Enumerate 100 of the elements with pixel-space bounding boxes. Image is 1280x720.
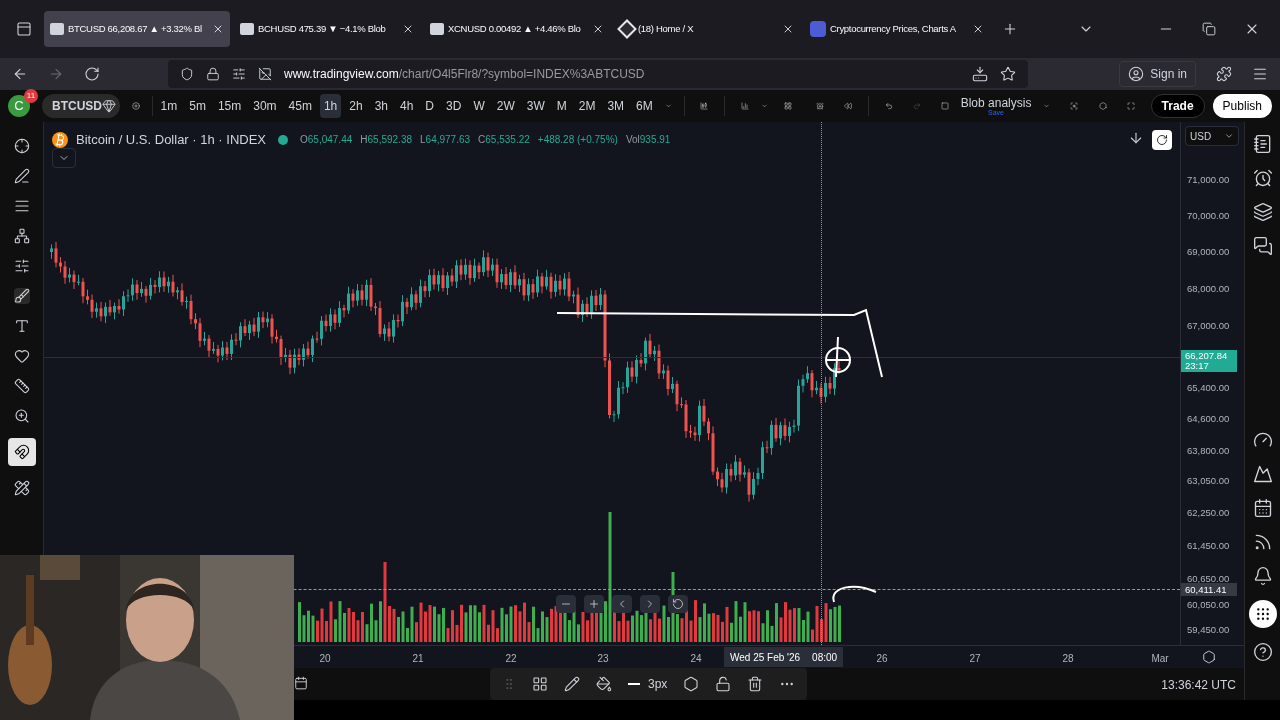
- interval-button[interactable]: 30m: [249, 94, 281, 118]
- pencil-icon[interactable]: [564, 676, 580, 692]
- address-bar[interactable]: www.tradingview.com/chart/O4l5Flr8/?symbol=INDEX%3ABTCUSD: [168, 60, 1028, 88]
- calendar-icon[interactable]: [294, 676, 308, 690]
- magnet-button[interactable]: [7, 438, 36, 466]
- fill-icon[interactable]: [596, 676, 612, 692]
- notification-badge: 11: [24, 89, 38, 103]
- currency-select[interactable]: USD: [1185, 126, 1239, 146]
- download-icon[interactable]: [972, 66, 988, 82]
- shield-icon[interactable]: [180, 67, 194, 81]
- zoom-in-button[interactable]: [584, 595, 604, 613]
- close-icon[interactable]: [972, 23, 984, 35]
- permissions-icon[interactable]: [232, 67, 246, 81]
- browser-tab[interactable]: XCNUSD 0.00492 ▲ +4.46% Blo: [424, 11, 610, 47]
- crosshair-icon[interactable]: [13, 138, 30, 154]
- brush-icon[interactable]: [13, 288, 30, 304]
- interval-button[interactable]: W: [469, 94, 489, 118]
- unlock-icon[interactable]: [715, 676, 732, 692]
- change-value: +488.28 (+0.75%): [537, 133, 618, 148]
- image-blocked-icon[interactable]: [258, 67, 272, 81]
- close-icon[interactable]: [402, 23, 414, 35]
- symbol-title[interactable]: Bitcoin / U.S. Dollar · 1h · INDEX: [76, 130, 266, 150]
- price-label: 71,000.00: [1187, 175, 1230, 185]
- plus-icon[interactable]: [1002, 21, 1018, 37]
- zoom-out-button[interactable]: [556, 595, 576, 613]
- price-label: 67,000.00: [1187, 321, 1230, 331]
- calendar-icon[interactable]: [1252, 498, 1273, 518]
- heart-icon[interactable]: [13, 348, 30, 364]
- browser-tab[interactable]: BTCUSD 66,208.67 ▲ +3.32% Bl: [44, 11, 230, 47]
- publish-button[interactable]: Publish: [1212, 94, 1272, 118]
- price-label: 60,650.00: [1187, 574, 1230, 584]
- apps-button[interactable]: [1248, 600, 1277, 628]
- templates-icon[interactable]: [532, 676, 548, 692]
- prediction-icon[interactable]: [13, 258, 30, 274]
- trade-button[interactable]: Trade: [1150, 94, 1205, 118]
- tab-title: BCHUSD 475.39 ▼ −4.1% Blob: [258, 21, 387, 36]
- symbol-search[interactable]: BTCUSD: [42, 94, 120, 118]
- time-label: 26: [876, 652, 888, 666]
- collapse-legend-button[interactable]: [52, 148, 76, 168]
- axis-settings-icon[interactable]: [1202, 650, 1216, 664]
- layout-name[interactable]: Blob analysis: [960, 96, 1032, 109]
- close-icon[interactable]: [782, 23, 794, 35]
- interval-button[interactable]: 5m: [185, 94, 210, 118]
- help-icon[interactable]: [1252, 642, 1273, 662]
- line-width-button[interactable]: 3px: [628, 675, 668, 693]
- close-icon[interactable]: [592, 23, 604, 35]
- interval-button[interactable]: 45m: [284, 94, 316, 118]
- interval-button[interactable]: 1m: [156, 94, 182, 118]
- interval-button[interactable]: 15m: [213, 94, 246, 118]
- menu-icon[interactable]: [1252, 66, 1268, 82]
- sync-button[interactable]: [1152, 130, 1172, 150]
- ideas-icon[interactable]: [1252, 464, 1273, 484]
- ruler-icon[interactable]: [13, 378, 30, 394]
- watchlist-icon[interactable]: [1252, 134, 1273, 154]
- time-label: 21: [412, 652, 424, 666]
- zoom-icon[interactable]: [13, 408, 30, 424]
- time-label: 23: [597, 652, 609, 666]
- interval-button[interactable]: 2M: [574, 94, 600, 118]
- interval-button[interactable]: D: [421, 94, 439, 118]
- scroll-down-icon[interactable]: [1128, 130, 1144, 146]
- extensions-icon[interactable]: [1216, 66, 1232, 82]
- scroll-right-button[interactable]: [640, 595, 660, 613]
- fib-icon[interactable]: [13, 198, 30, 214]
- price-label: 69,000.00: [1187, 247, 1230, 257]
- interval-button[interactable]: 1h: [319, 94, 342, 118]
- chart-pane[interactable]: Bitcoin / U.S. Dollar · 1h · INDEX O65,047.44 H65,592.38 L64,977.63 C65,535.22 +488.28 (+0.75%) Vol935.91: [44, 122, 1180, 645]
- restore-icon[interactable]: [1202, 22, 1216, 36]
- back-icon[interactable]: [12, 66, 28, 82]
- scroll-left-button[interactable]: [612, 595, 632, 613]
- chat-icon[interactable]: [1252, 236, 1273, 256]
- interval-button[interactable]: 3D: [442, 94, 466, 118]
- tab-list-icon[interactable]: [16, 21, 32, 37]
- interval-button[interactable]: 3M: [603, 94, 629, 118]
- trend-line-icon[interactable]: [13, 168, 30, 184]
- bell-icon[interactable]: [1252, 566, 1273, 586]
- price-label: 63,800.00: [1187, 446, 1230, 456]
- pattern-icon[interactable]: [13, 228, 30, 244]
- stay-drawing-icon[interactable]: [13, 480, 30, 496]
- trash-icon[interactable]: [747, 676, 764, 692]
- interval-button[interactable]: M: [552, 94, 571, 118]
- interval-button[interactable]: 4h: [396, 94, 418, 118]
- interval-button[interactable]: 6M: [632, 94, 657, 118]
- reset-button[interactable]: [668, 595, 688, 613]
- browser-tab[interactable]: (18) Home / X: [614, 11, 800, 47]
- interval-button[interactable]: 3h: [370, 94, 392, 118]
- lock-icon[interactable]: [206, 67, 220, 81]
- text-icon[interactable]: [13, 318, 30, 334]
- reload-icon[interactable]: [84, 66, 100, 82]
- settings-icon[interactable]: [683, 676, 700, 692]
- tab-title: (18) Home / X: [638, 21, 695, 36]
- layers-icon[interactable]: [1252, 202, 1273, 222]
- close-icon[interactable]: [212, 23, 224, 35]
- star-icon[interactable]: [1000, 66, 1016, 82]
- sign-in-button[interactable]: Sign in: [1119, 61, 1196, 87]
- browser-tab[interactable]: BCHUSD 475.39 ▼ −4.1% Blob: [234, 11, 420, 47]
- interval-button[interactable]: 2h: [345, 94, 367, 118]
- alarm-icon[interactable]: [1252, 168, 1273, 188]
- browser-tab[interactable]: Cryptocurrency Prices, Charts A: [804, 11, 990, 47]
- interval-button[interactable]: 3W: [522, 94, 549, 118]
- interval-button[interactable]: 2W: [492, 94, 519, 118]
